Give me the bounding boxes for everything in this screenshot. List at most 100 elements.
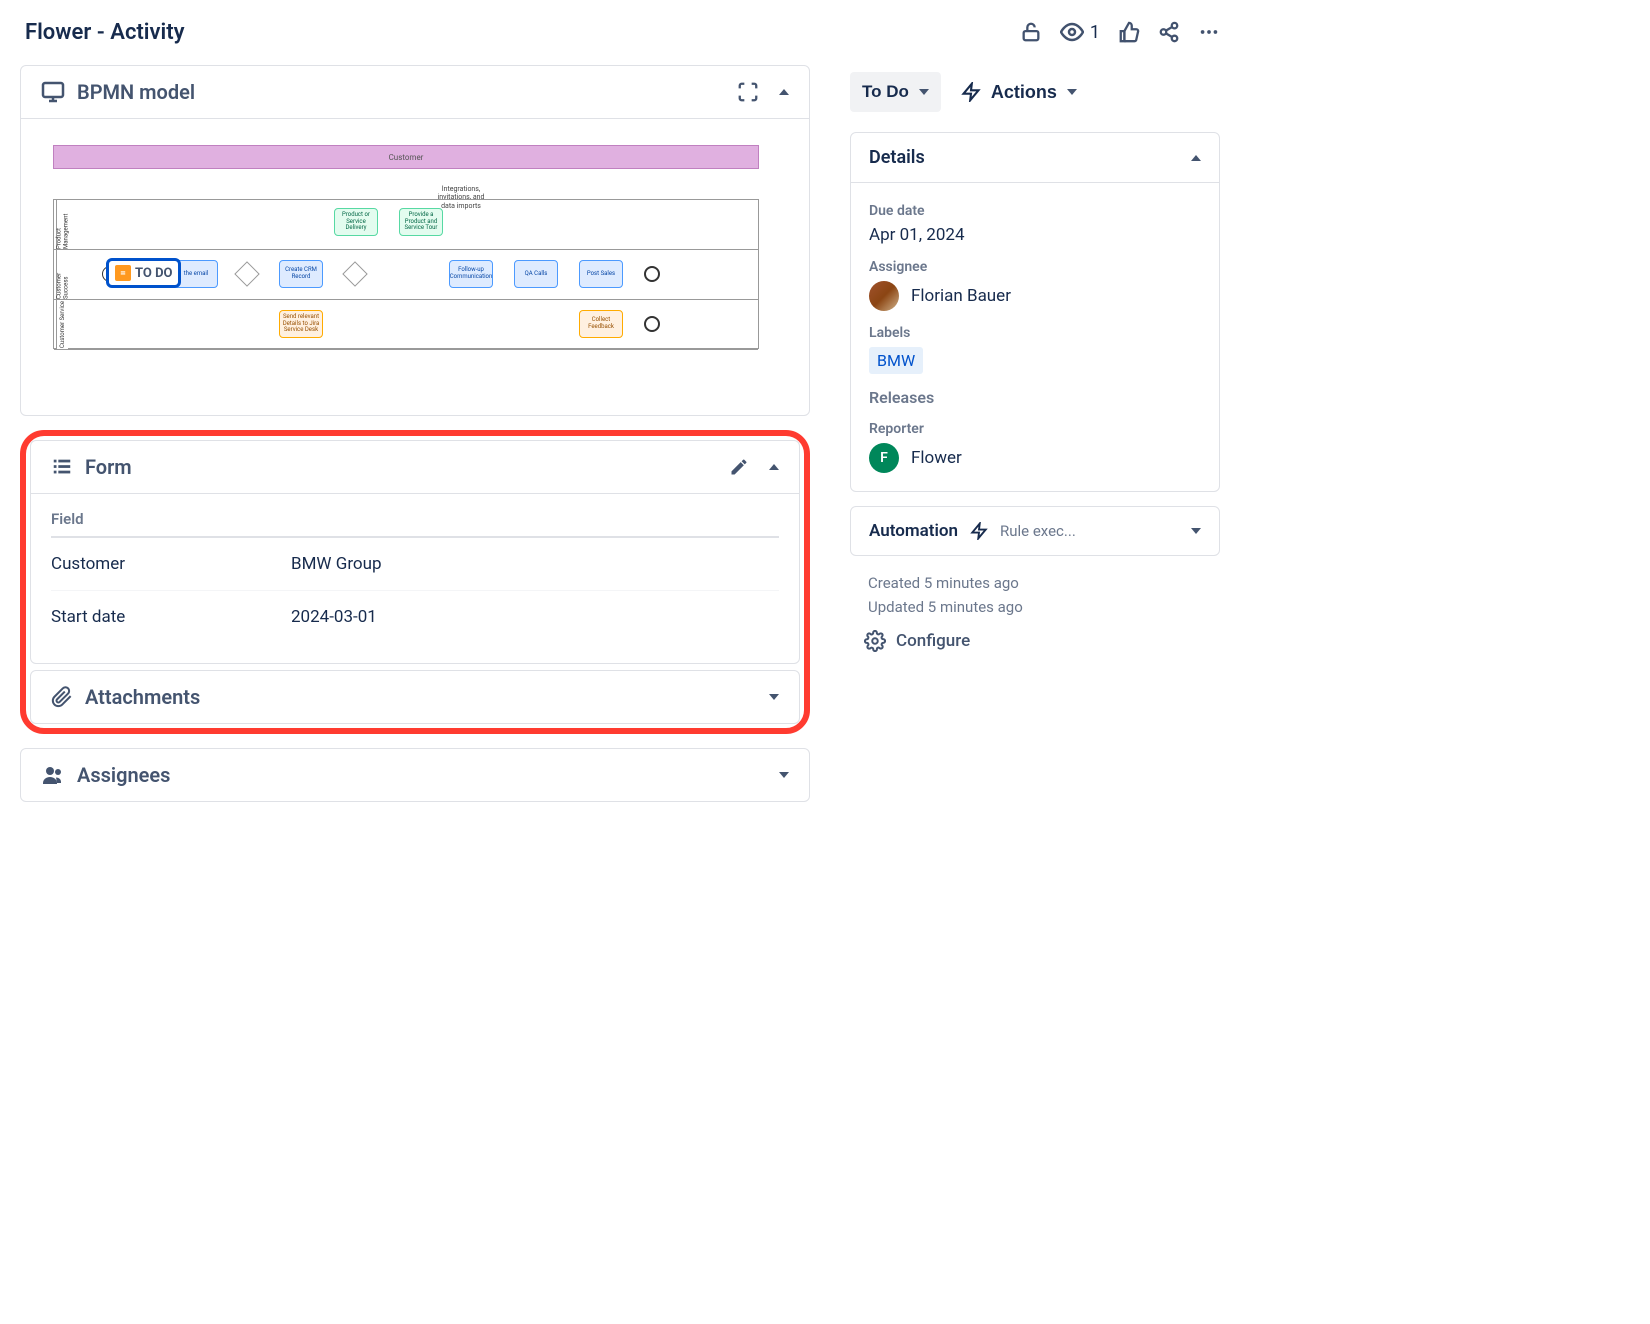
bpmn-pool: Product Management Product or Service De… — [53, 199, 759, 349]
assignees-panel-header[interactable]: Assignees — [21, 749, 809, 801]
reporter-name: Flower — [911, 448, 962, 468]
automation-title: Automation — [869, 521, 958, 541]
bpmn-status-badge[interactable]: = TO DO — [106, 258, 181, 288]
form-key: Customer — [51, 554, 291, 574]
lightning-icon — [970, 522, 988, 540]
bpmn-task-feedback: Collect Feedback — [579, 310, 623, 338]
form-panel-header[interactable]: Form — [31, 441, 799, 493]
releases-field[interactable]: Releases — [869, 388, 1201, 407]
form-panel-title: Form — [85, 455, 717, 479]
bpmn-status-text: TO DO — [135, 266, 172, 281]
assignees-title: Assignees — [77, 763, 767, 787]
configure-label: Configure — [896, 631, 970, 651]
assignee-name: Florian Bauer — [911, 286, 1011, 306]
label-tag[interactable]: BMW — [869, 347, 923, 374]
chevron-up-icon[interactable] — [779, 89, 789, 95]
attachments-title: Attachments — [85, 685, 757, 709]
form-panel: Form Field Customer BMW Group — [30, 440, 800, 664]
actions-dropdown[interactable]: Actions — [961, 82, 1077, 103]
bpmn-diagram[interactable]: Customer Integrations, invitations, and … — [41, 135, 789, 395]
bpmn-panel: BPMN model Customer Integrations, invita… — [20, 65, 810, 416]
form-table-header: Field — [51, 510, 779, 538]
due-date-value: Apr 01, 2024 — [869, 225, 1201, 245]
details-header[interactable]: Details — [851, 133, 1219, 182]
bpmn-end-event — [644, 266, 660, 282]
gear-icon — [864, 630, 886, 652]
bpmn-lane-label: Product Management — [56, 200, 68, 249]
watch-button[interactable]: 1 — [1060, 20, 1100, 44]
share-icon[interactable] — [1158, 21, 1180, 43]
form-value: 2024-03-01 — [291, 607, 377, 627]
bpmn-task-tour: Provide a Product and Service Tour — [399, 208, 443, 236]
chevron-down-icon — [1191, 528, 1201, 534]
automation-subtitle: Rule exec... — [1000, 522, 1179, 540]
monitor-icon — [41, 80, 65, 104]
details-panel: Details Due date Apr 01, 2024 Assignee F… — [850, 132, 1220, 492]
chevron-down-icon — [919, 89, 929, 95]
bpmn-task-qa: QA Calls — [514, 260, 558, 288]
more-icon[interactable] — [1198, 21, 1220, 43]
reporter-field[interactable]: Reporter F Flower — [869, 421, 1201, 473]
automation-panel[interactable]: Automation Rule exec... — [850, 506, 1220, 556]
watch-count: 1 — [1090, 22, 1100, 43]
status-label: To Do — [862, 82, 909, 102]
updated-meta: Updated 5 minutes ago — [850, 598, 1220, 616]
chevron-up-icon[interactable] — [769, 464, 779, 470]
status-row: To Do Actions — [850, 72, 1220, 112]
configure-link[interactable]: Configure — [850, 630, 1220, 652]
attachments-panel-header[interactable]: Attachments — [31, 671, 799, 723]
actions-label: Actions — [991, 82, 1057, 103]
due-date-field[interactable]: Due date Apr 01, 2024 — [869, 203, 1201, 245]
bpmn-panel-header[interactable]: BPMN model — [21, 66, 809, 118]
assignee-avatar — [869, 281, 899, 311]
bpmn-task-followup: Follow-up Communication — [449, 260, 493, 288]
bpmn-task-servicedesk: Send relevant Details to Jira Service De… — [279, 310, 323, 338]
edit-icon[interactable] — [729, 457, 749, 477]
assignee-field[interactable]: Assignee Florian Bauer — [869, 259, 1201, 311]
details-body: Due date Apr 01, 2024 Assignee Florian B… — [851, 182, 1219, 491]
fullscreen-icon[interactable] — [737, 81, 759, 103]
releases-label: Releases — [869, 388, 1201, 407]
due-date-label: Due date — [869, 203, 1201, 219]
reporter-label: Reporter — [869, 421, 1201, 437]
form-key: Start date — [51, 607, 291, 627]
bpmn-customer-lane: Customer — [53, 145, 759, 169]
chevron-down-icon[interactable] — [769, 694, 779, 700]
page-title: Flower - Activity — [20, 20, 810, 45]
labels-field[interactable]: Labels BMW — [869, 325, 1201, 374]
bpmn-gateway — [342, 261, 367, 286]
bpmn-task-crm: Create CRM Record — [279, 260, 323, 288]
assignee-label: Assignee — [869, 259, 1201, 275]
chevron-down-icon[interactable] — [779, 772, 789, 778]
form-panel-body: Field Customer BMW Group Start date 2024… — [31, 493, 799, 663]
top-actions: 1 — [850, 20, 1220, 44]
lock-icon[interactable] — [1020, 21, 1042, 43]
bpmn-task-delivery: Product or Service Delivery — [334, 208, 378, 236]
bpmn-lane-label: Customer Success — [56, 250, 68, 299]
highlight-box: Form Field Customer BMW Group — [20, 430, 810, 734]
details-title: Details — [869, 147, 925, 168]
attachment-icon — [51, 686, 73, 708]
form-value: BMW Group — [291, 554, 382, 574]
labels-label: Labels — [869, 325, 1201, 341]
status-dropdown[interactable]: To Do — [850, 72, 941, 112]
task-icon: = — [115, 265, 131, 281]
form-row: Customer BMW Group — [51, 538, 779, 591]
like-icon[interactable] — [1118, 21, 1140, 43]
bpmn-task-post: Post Sales — [579, 260, 623, 288]
attachments-panel: Attachments — [30, 670, 800, 724]
form-row: Start date 2024-03-01 — [51, 591, 779, 643]
assignees-panel: Assignees — [20, 748, 810, 802]
bpmn-panel-title: BPMN model — [77, 80, 725, 104]
created-meta: Created 5 minutes ago — [850, 574, 1220, 592]
bpmn-lane-label: Customer Service — [56, 300, 68, 349]
list-icon — [51, 456, 73, 478]
chevron-up-icon — [1191, 155, 1201, 161]
bpmn-gateway — [234, 261, 259, 286]
chevron-down-icon — [1067, 89, 1077, 95]
users-icon — [41, 763, 65, 787]
reporter-avatar: F — [869, 443, 899, 473]
lightning-icon — [961, 82, 981, 102]
bpmn-panel-body: Customer Integrations, invitations, and … — [21, 118, 809, 415]
bpmn-end-event — [644, 316, 660, 332]
